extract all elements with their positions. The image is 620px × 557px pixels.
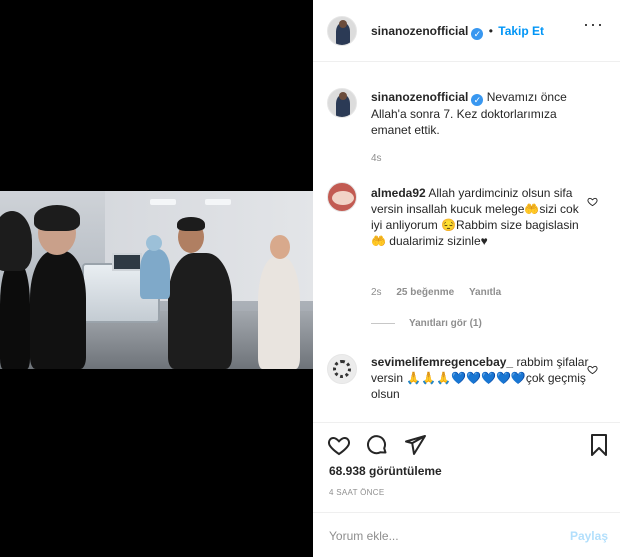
caption-username[interactable]: sinanozenofficial [371,90,468,104]
comment-icon[interactable] [365,433,389,457]
commenter-avatar[interactable] [327,182,357,212]
action-bar [313,422,620,462]
post-details-panel: sinanozenofficial ✓ • Takip Et ··· sinano… [313,0,620,557]
media-pane [0,0,313,557]
caption-time[interactable]: 4s [371,153,382,164]
comment-input[interactable]: Yorum ekle... [329,529,399,543]
author-avatar[interactable] [327,16,357,46]
instagram-post-window: sinanozenofficial ✓ • Takip Et ··· sinano… [0,0,620,557]
verified-badge-icon: ✓ [471,94,484,106]
comment-item: almeda92 Allah yardimciniz olsun sifa ve… [313,180,620,330]
share-icon[interactable] [403,433,427,457]
post-header: sinanozenofficial ✓ • Takip Et ··· [313,0,620,62]
post-timestamp[interactable]: 4 SAAT ÖNCE [329,488,384,497]
add-comment-bar: Yorum ekle... Paylaş [313,512,620,557]
bookmark-icon[interactable] [587,433,611,457]
post-video[interactable] [0,191,313,369]
comment-likes[interactable]: 25 beğenme [396,287,454,298]
view-count[interactable]: 68.938 görüntüleme [329,464,442,478]
commenter-avatar[interactable] [327,354,357,384]
heart-icon[interactable] [327,433,351,457]
view-replies[interactable]: Yanıtları gör (1) [371,318,482,329]
comment-item: sevimelifemregencebay_ rabbim şifalar ve… [313,352,620,412]
comment-like-heart-icon[interactable] [587,196,598,207]
verified-badge-icon: ✓ [471,28,484,40]
comment-like-heart-icon[interactable] [587,364,598,375]
follow-button[interactable]: Takip Et [498,24,544,38]
caption-author-avatar[interactable] [327,88,357,118]
author-username[interactable]: sinanozenofficial [371,24,468,38]
post-comment-button[interactable]: Paylaş [570,529,608,543]
post-caption: sinanozenofficial ✓ Nevamızı önce Allah'a… [313,84,620,164]
comment-username[interactable]: almeda92 [371,186,426,200]
reply-button[interactable]: Yanıtla [469,287,501,298]
comment-username[interactable]: sevimelifemregencebay_ [371,355,513,369]
more-options-icon[interactable]: ··· [583,15,604,33]
comment-time[interactable]: 2s [371,287,382,298]
